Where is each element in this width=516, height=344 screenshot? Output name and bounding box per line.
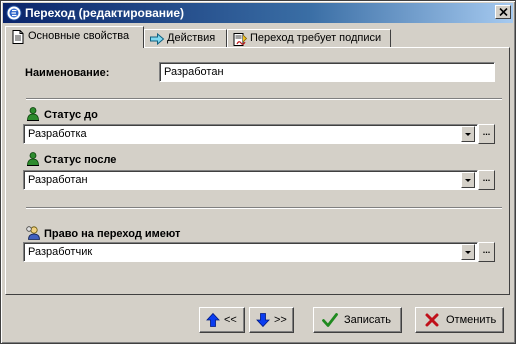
- tab-label: Переход требует подписи: [250, 32, 382, 44]
- rights-combo[interactable]: Разработчик ...: [23, 242, 495, 262]
- previous-label: <<: [224, 314, 237, 326]
- status-after-label: Статус после: [44, 154, 117, 166]
- separator: [26, 207, 502, 209]
- cancel-button[interactable]: Отменить: [415, 307, 504, 333]
- arrow-right-icon: [149, 31, 165, 47]
- next-label: >>: [274, 314, 287, 326]
- tab-panel-main-properties: Наименование: Разработан Статус до Разра…: [5, 47, 510, 295]
- status-after-field[interactable]: Разработан: [23, 170, 478, 190]
- status-after-combo[interactable]: Разработан ...: [23, 170, 495, 190]
- name-label: Наименование:: [25, 67, 110, 79]
- app-logo-icon: [6, 5, 22, 21]
- ellipsis-button[interactable]: ...: [478, 124, 495, 144]
- close-button[interactable]: [495, 5, 511, 19]
- user-rights-icon: [25, 225, 41, 241]
- arrow-up-icon: [205, 312, 221, 328]
- title-bar[interactable]: Переход (редактирование): [3, 3, 513, 23]
- chevron-down-icon[interactable]: [461, 172, 475, 188]
- tab-label: Действия: [167, 32, 216, 44]
- name-field[interactable]: Разработан: [159, 62, 495, 82]
- previous-button[interactable]: <<: [199, 307, 245, 333]
- arrow-down-icon: [255, 312, 271, 328]
- save-label: Записать: [344, 314, 392, 326]
- checkmark-icon: [322, 312, 338, 328]
- tab-strip: Основные свойства Действия Переход требу…: [5, 26, 511, 48]
- document-icon: [10, 29, 26, 45]
- tab-actions[interactable]: Действия: [144, 29, 227, 47]
- dialog-window: Переход (редактирование) Основные свойст…: [0, 0, 516, 344]
- separator: [26, 98, 502, 100]
- next-button[interactable]: >>: [249, 307, 294, 333]
- signature-icon: [232, 31, 248, 47]
- save-button[interactable]: Записать: [313, 307, 402, 333]
- ellipsis-button[interactable]: ...: [478, 242, 495, 262]
- status-before-field[interactable]: Разработка: [23, 124, 478, 144]
- user-status-icon: [25, 106, 41, 122]
- rights-field[interactable]: Разработчик: [23, 242, 478, 262]
- tab-main-properties[interactable]: Основные свойства: [5, 26, 144, 48]
- window-title: Переход (редактирование): [25, 6, 185, 20]
- close-icon: [499, 8, 508, 16]
- chevron-down-icon[interactable]: [461, 244, 475, 260]
- rights-label: Право на переход имеют: [44, 228, 181, 240]
- status-before-label: Статус до: [44, 109, 98, 121]
- status-before-combo[interactable]: Разработка ...: [23, 124, 495, 144]
- cancel-label: Отменить: [446, 314, 497, 326]
- user-status-icon: [25, 151, 41, 167]
- chevron-down-icon[interactable]: [461, 126, 475, 142]
- tab-signature-required[interactable]: Переход требует подписи: [227, 29, 391, 47]
- red-x-icon: [424, 312, 440, 328]
- tab-label: Основные свойства: [28, 30, 130, 42]
- ellipsis-button[interactable]: ...: [478, 170, 495, 190]
